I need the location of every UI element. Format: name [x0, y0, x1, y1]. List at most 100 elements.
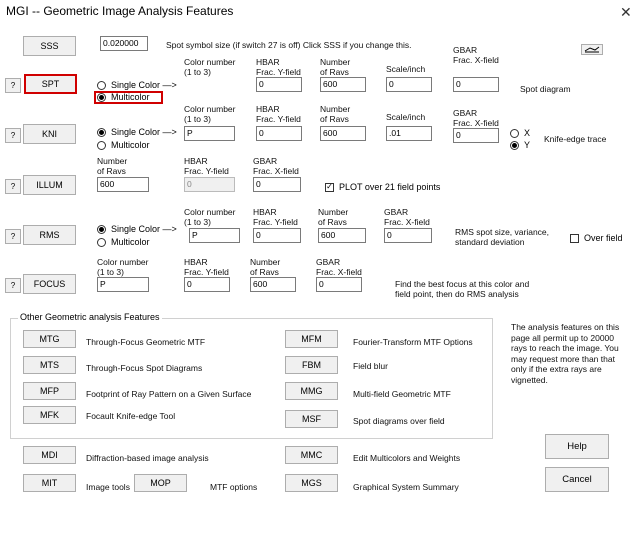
- msf-button[interactable]: MSF: [285, 410, 338, 428]
- checkbox-empty-icon: [570, 233, 579, 243]
- kni-button[interactable]: KNI: [23, 124, 76, 144]
- radio-off-icon: [97, 80, 106, 90]
- spt-button[interactable]: SPT: [24, 74, 77, 94]
- rms-single-label: Single Color —>: [111, 224, 177, 234]
- sss-button[interactable]: SSS: [23, 36, 76, 56]
- rms-overfield-label: Over field: [584, 233, 623, 243]
- illum-plot-checkbox[interactable]: ✓ PLOT over 21 field points: [325, 182, 440, 192]
- focus-gbar-input[interactable]: 0: [316, 277, 362, 292]
- illum-hbar-input[interactable]: 0: [184, 177, 235, 192]
- rms-gbar-input[interactable]: 0: [384, 228, 432, 243]
- spot-size-input[interactable]: 0.020000: [100, 36, 148, 51]
- rms-color-input[interactable]: P: [189, 228, 240, 243]
- focus-rays-input[interactable]: 600: [250, 277, 296, 292]
- rays-limit-note: The analysis features on this page all p…: [511, 322, 620, 385]
- focus-button[interactable]: FOCUS: [23, 274, 76, 294]
- rms-hbar-input[interactable]: 0: [253, 228, 301, 243]
- kni-single-label: Single Color —>: [111, 127, 177, 137]
- kni-y-radio[interactable]: Y: [510, 140, 530, 150]
- mtg-description: Through-Focus Geometric MTF: [86, 337, 206, 347]
- spt-scale-input[interactable]: 0: [386, 77, 432, 92]
- spt-gbar-input[interactable]: 0: [453, 77, 499, 92]
- kni-rays-input[interactable]: 600: [320, 126, 366, 141]
- kni-multicolor-radio[interactable]: Multicolor: [97, 140, 150, 150]
- rms-overfield-checkbox[interactable]: Over field: [570, 233, 623, 243]
- mfk-button[interactable]: MFK: [23, 406, 76, 424]
- rms-multicolor-radio[interactable]: Multicolor: [97, 237, 150, 247]
- mmg-button[interactable]: MMG: [285, 382, 338, 400]
- spt-color-label: Color number (1 to 3): [184, 57, 236, 77]
- fbm-button[interactable]: FBM: [285, 356, 338, 374]
- mmc-button[interactable]: MMC: [285, 446, 338, 464]
- rms-hbar-label: HBAR Frac. Y-field: [253, 207, 298, 227]
- mfm-button[interactable]: MFM: [285, 330, 338, 348]
- rms-single-color-radio[interactable]: Single Color —>: [97, 224, 177, 234]
- mts-description: Through-Focus Spot Diagrams: [86, 363, 203, 373]
- illum-help-button[interactable]: ?: [5, 179, 21, 194]
- mop-description: MTF options: [210, 482, 258, 492]
- window-title: MGI -- Geometric Image Analysis Features: [6, 4, 234, 18]
- mmc-description: Edit Multicolors and Weights: [353, 453, 461, 463]
- rms-rays-label: Number of Ravs: [318, 207, 349, 227]
- illum-plot-label: PLOT over 21 field points: [339, 182, 441, 192]
- mit-button[interactable]: MIT: [23, 474, 76, 492]
- kni-color-input[interactable]: P: [184, 126, 235, 141]
- spt-rays-input[interactable]: 600: [320, 77, 366, 92]
- illum-rays-input[interactable]: 600: [97, 177, 149, 192]
- multicolor-highlight: [94, 91, 163, 104]
- checkmark-icon: ✓: [325, 182, 334, 192]
- kni-scale-input[interactable]: .01: [386, 126, 432, 141]
- kni-hbar-label: HBAR Frac. Y-field: [256, 104, 301, 124]
- kni-scale-label: Scale/inch: [386, 112, 426, 122]
- other-features-label: Other Geometric analysis Features: [18, 312, 162, 322]
- rms-rays-input[interactable]: 600: [318, 228, 366, 243]
- kni-x-label: X: [524, 128, 531, 138]
- kni-help-button[interactable]: ?: [5, 128, 21, 143]
- mfp-button[interactable]: MFP: [23, 382, 76, 400]
- graph-icon[interactable]: [581, 44, 603, 55]
- radio-off-icon: [510, 128, 519, 138]
- kni-hbar-input[interactable]: 0: [256, 126, 302, 141]
- radio-on-icon: [510, 140, 519, 150]
- mfk-description: Focault Knife-edge Tool: [86, 411, 176, 421]
- mdi-button[interactable]: MDI: [23, 446, 76, 464]
- mgs-button[interactable]: MGS: [285, 474, 338, 492]
- illum-hbar-label: HBAR Frac. Y-field: [184, 156, 229, 176]
- kni-gbar-input[interactable]: 0: [453, 128, 499, 143]
- spt-scale-label: Scale/inch: [386, 64, 426, 74]
- focus-description: Find the best focus at this color and fi…: [395, 279, 530, 299]
- illum-gbar-input[interactable]: 0: [253, 177, 301, 192]
- spt-hbar-input[interactable]: 0: [256, 77, 302, 92]
- kni-rays-label: Number of Ravs: [320, 104, 351, 124]
- illum-button[interactable]: ILLUM: [23, 175, 76, 195]
- close-icon[interactable]: ✕: [620, 4, 632, 21]
- cancel-button[interactable]: Cancel: [545, 467, 609, 492]
- rms-description: RMS spot size, variance, standard deviat…: [455, 227, 550, 247]
- rms-button[interactable]: RMS: [23, 225, 76, 245]
- focus-help-button[interactable]: ?: [5, 278, 21, 293]
- mop-button[interactable]: MOP: [134, 474, 187, 492]
- mts-button[interactable]: MTS: [23, 356, 76, 374]
- help-button[interactable]: Help: [545, 434, 609, 459]
- spt-single-label: Single Color —>: [111, 80, 177, 90]
- kni-single-color-radio[interactable]: Single Color —>: [97, 127, 177, 137]
- illum-rays-label: Number of Ravs: [97, 156, 128, 176]
- rms-gbar-label: GBAR Frac. X-field: [384, 207, 430, 227]
- focus-color-input[interactable]: P: [97, 277, 149, 292]
- spt-help-button[interactable]: ?: [5, 78, 21, 93]
- sss-gbar-label: GBAR Frac. X-field: [453, 45, 499, 65]
- rms-multi-label: Multicolor: [111, 237, 150, 247]
- kni-x-radio[interactable]: X: [510, 128, 530, 138]
- focus-hbar-label: HBAR Frac. Y-field: [184, 257, 229, 277]
- illum-gbar-label: GBAR Frac. X-field: [253, 156, 299, 176]
- sss-description: Spot symbol size (if switch 27 is off) C…: [166, 40, 412, 50]
- focus-hbar-input[interactable]: 0: [184, 277, 230, 292]
- spt-single-color-radio[interactable]: Single Color —>: [97, 80, 177, 90]
- rms-help-button[interactable]: ?: [5, 229, 21, 244]
- focus-rays-label: Number of Ravs: [250, 257, 281, 277]
- radio-off-icon: [97, 140, 106, 150]
- fbm-description: Field blur: [353, 361, 388, 371]
- spt-hbar-label: HBAR Frac. Y-field: [256, 57, 301, 77]
- mtg-button[interactable]: MTG: [23, 330, 76, 348]
- kni-multi-label: Multicolor: [111, 140, 150, 150]
